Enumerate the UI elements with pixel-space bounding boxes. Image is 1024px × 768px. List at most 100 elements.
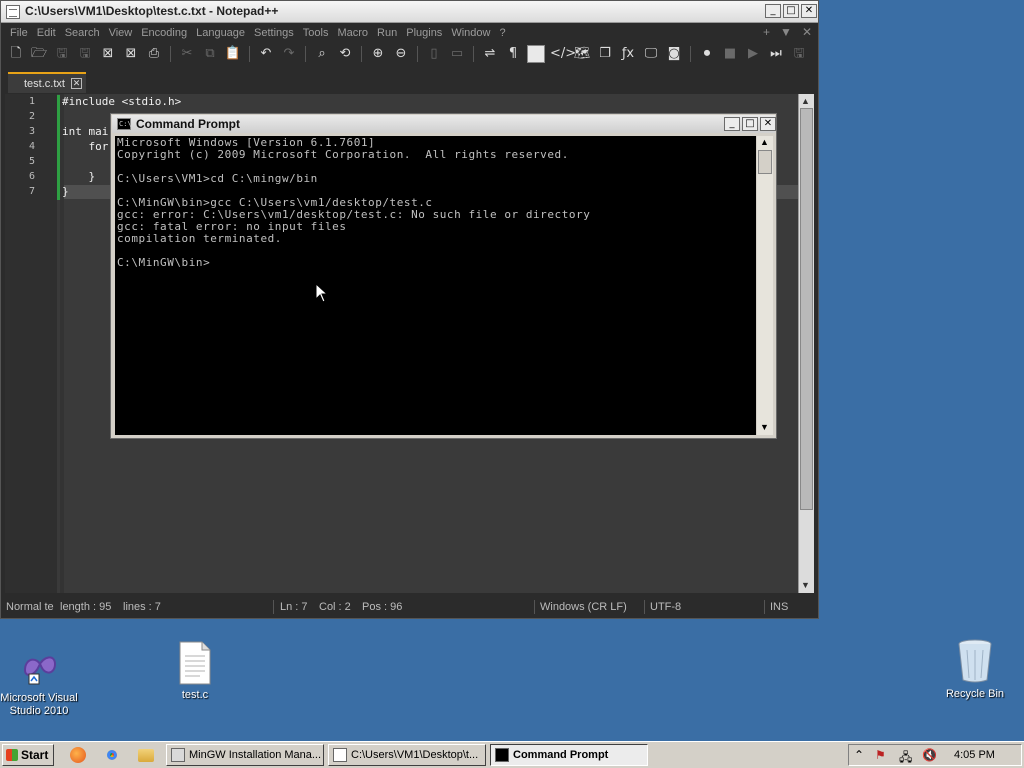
close-button[interactable]: ✕ — [801, 4, 817, 18]
menu-macro[interactable]: Macro — [337, 27, 368, 39]
scrollbar-thumb[interactable] — [800, 108, 813, 510]
console-output[interactable]: Microsoft Windows [Version 6.1.7601] Cop… — [115, 136, 756, 435]
add-icon[interactable]: + — [763, 25, 770, 39]
close-all-icon[interactable]: ⊠ — [122, 45, 140, 63]
function-list-icon[interactable]: ƒx — [619, 45, 637, 63]
record-macro-icon[interactable]: ⏺ — [698, 45, 716, 63]
cut-icon[interactable]: ✂ — [178, 45, 196, 63]
run-macro-multiple-icon[interactable]: ⏭ — [767, 45, 785, 63]
taskbar-task-notepadpp[interactable]: C:\Users\VM1\Desktop\t... — [328, 744, 486, 766]
menu-run[interactable]: Run — [377, 27, 397, 39]
copy-icon[interactable]: ⧉ — [201, 45, 219, 63]
taskbar-task-mingw[interactable]: MinGW Installation Mana... — [166, 744, 324, 766]
show-hidden-icons-icon[interactable]: ⌃ — [854, 748, 864, 762]
replace-icon[interactable]: ⟲ — [336, 45, 354, 63]
status-doc-type: Normal te — [6, 601, 54, 613]
close-file-icon[interactable]: ⊠ — [99, 45, 117, 63]
redo-icon[interactable]: ↷ — [280, 45, 298, 63]
task-label: C:\Users\VM1\Desktop\t... — [351, 749, 479, 761]
console-prompt: C:\MinGW\bin> — [117, 256, 211, 269]
stop-macro-icon[interactable]: ■ — [721, 45, 739, 63]
recycle-bin-icon — [958, 639, 992, 683]
tab-close-icon[interactable]: ✕ — [71, 78, 82, 89]
menu-encoding[interactable]: Encoding — [141, 27, 187, 39]
menu-view[interactable]: View — [109, 27, 133, 39]
zoom-out-icon[interactable]: ⊖ — [392, 45, 410, 63]
indent-guide-icon[interactable] — [527, 45, 545, 63]
windows-logo-icon — [6, 749, 18, 761]
menu-file[interactable]: File — [10, 27, 28, 39]
cmd-maximize-button[interactable]: □ — [742, 117, 758, 131]
minimize-button[interactable]: _ — [765, 4, 781, 18]
menu-tools[interactable]: Tools — [303, 27, 329, 39]
open-file-icon[interactable]: 🗁 — [30, 45, 48, 63]
notepadpp-titlebar[interactable]: C:\Users\VM1\Desktop\test.c.txt - Notepa… — [1, 1, 818, 23]
cmd-scroll-up-icon[interactable]: ▲ — [760, 137, 769, 147]
cmd-scrollbar-thumb[interactable] — [758, 150, 772, 174]
cmd-scroll-down-icon[interactable]: ▼ — [760, 422, 769, 432]
menu-help[interactable]: ? — [499, 27, 505, 39]
status-ln: Ln : 7 — [280, 601, 308, 613]
editor-vertical-scrollbar[interactable]: ▲ ▼ — [798, 94, 814, 593]
menu-edit[interactable]: Edit — [37, 27, 56, 39]
cmd-app-icon: C:\ — [117, 118, 132, 130]
network-icon[interactable]: 🖧 — [899, 748, 912, 768]
paste-icon[interactable]: 📋 — [224, 45, 242, 63]
document-list-icon[interactable]: ❐ — [596, 45, 614, 63]
scroll-down-icon[interactable]: ▼ — [801, 580, 810, 590]
dropdown-icon[interactable]: ▼ — [780, 25, 792, 39]
code-line: int mai — [62, 125, 109, 138]
desktop-icon-test-c[interactable]: test.c — [160, 641, 230, 702]
task-label: Command Prompt — [513, 749, 609, 761]
status-length: length : 95 — [60, 601, 112, 613]
start-button[interactable]: Start — [2, 744, 54, 766]
sync-horizontal-icon[interactable]: ▭ — [448, 45, 466, 63]
taskbar-task-cmd[interactable]: Command Prompt — [490, 744, 648, 766]
menu-plugins[interactable]: Plugins — [406, 27, 442, 39]
fold-margin[interactable] — [60, 94, 64, 593]
action-center-icon[interactable]: ⚑ — [875, 748, 886, 762]
undo-icon[interactable]: ↶ — [257, 45, 275, 63]
menu-settings[interactable]: Settings — [254, 27, 294, 39]
desktop-icon-recycle-bin[interactable]: Recycle Bin — [940, 638, 1010, 701]
save-icon[interactable]: 🖫 — [53, 45, 71, 63]
cmd-minimize-button[interactable]: _ — [724, 117, 740, 131]
menu-language[interactable]: Language — [196, 27, 245, 39]
chrome-icon[interactable] — [104, 747, 120, 763]
menu-bar: File Edit Search View Encoding Language … — [1, 24, 818, 42]
volume-muted-icon[interactable]: 🔇 — [922, 748, 937, 762]
start-label: Start — [21, 748, 49, 762]
toolbar: 🗋 🗁 🖫 🖫 ⊠ ⊠ ⎙ ✂ ⧉ 📋 ↶ ↷ ⌕ ⟲ ⊕ ⊖ ▯ ▭ ⇌ ¶ … — [1, 43, 818, 65]
cmd-vertical-scrollbar[interactable]: ▲ ▼ — [757, 136, 773, 435]
zoom-in-icon[interactable]: ⊕ — [369, 45, 387, 63]
find-icon[interactable]: ⌕ — [313, 45, 331, 63]
cmd-titlebar[interactable]: C:\ Command Prompt _ □ ✕ — [112, 115, 776, 133]
show-all-chars-icon[interactable]: ¶ — [504, 45, 522, 63]
close-doc-icon[interactable]: ✕ — [802, 25, 812, 39]
monitor-icon[interactable]: 🖵 — [642, 45, 660, 63]
new-file-icon[interactable]: 🗋 — [7, 45, 25, 63]
document-map-icon[interactable]: 🗺 — [573, 45, 591, 63]
save-all-icon[interactable]: 🖫 — [76, 45, 94, 63]
code-line: } — [62, 185, 69, 198]
tab-test-c-txt[interactable]: test.c.txt ✕ — [8, 72, 86, 93]
scroll-up-icon[interactable]: ▲ — [801, 96, 810, 106]
menu-window[interactable]: Window — [451, 27, 490, 39]
window-title: C:\Users\VM1\Desktop\test.c.txt - Notepa… — [25, 4, 279, 18]
console-line: compilation terminated. — [117, 232, 282, 245]
save-macro-icon[interactable]: 🖫 — [790, 45, 808, 63]
xml-tag-icon[interactable]: </> — [550, 45, 576, 63]
menu-search[interactable]: Search — [65, 27, 100, 39]
folder-icon[interactable] — [138, 749, 154, 762]
print-icon[interactable]: ⎙ — [145, 45, 163, 63]
screenshot-icon[interactable]: ◙ — [665, 45, 683, 63]
play-macro-icon[interactable]: ▶ — [744, 45, 762, 63]
firefox-icon[interactable] — [70, 747, 86, 763]
cmd-close-button[interactable]: ✕ — [760, 117, 776, 131]
maximize-button[interactable]: □ — [783, 4, 799, 18]
system-tray: ⌃ ⚑ 🖧 🔇 4:05 PM — [848, 744, 1022, 766]
desktop-icon-visual-studio[interactable]: Microsoft Visual Studio 2010 — [0, 648, 78, 718]
clock[interactable]: 4:05 PM — [954, 749, 995, 761]
sync-vertical-icon[interactable]: ▯ — [425, 45, 443, 63]
word-wrap-icon[interactable]: ⇌ — [481, 45, 499, 63]
